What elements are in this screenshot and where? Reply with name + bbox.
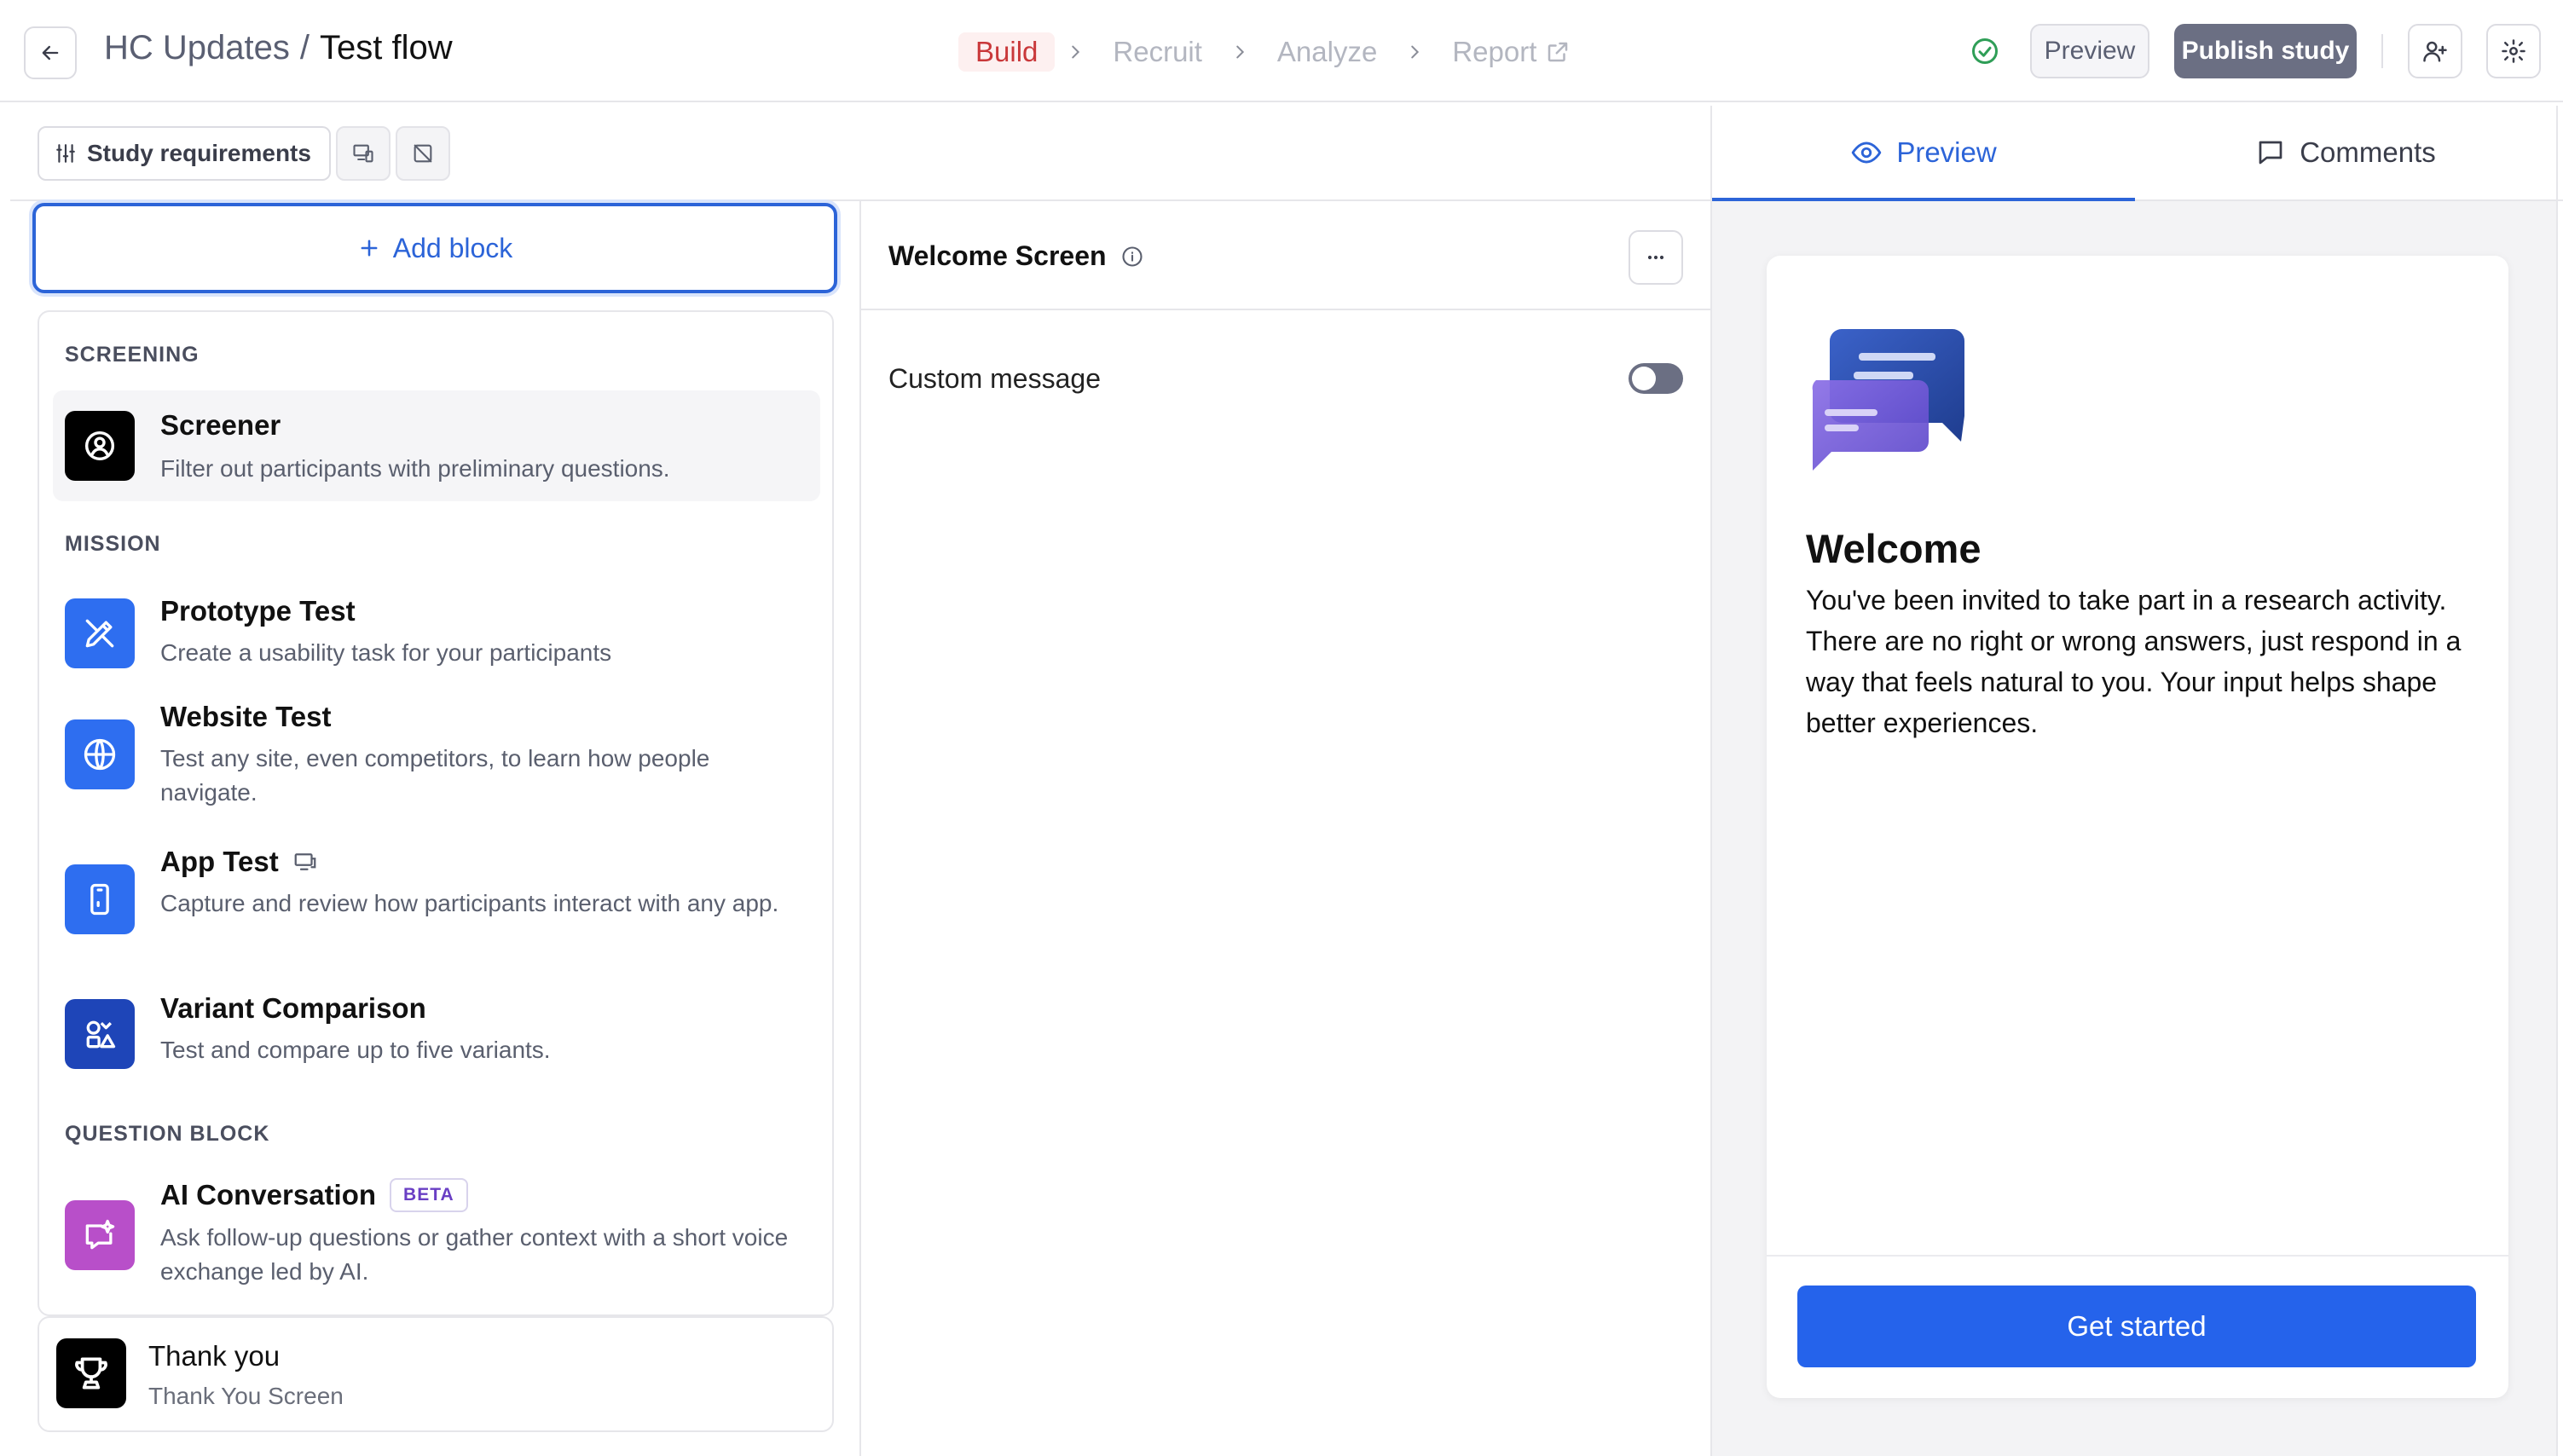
study-requirements-label: Study requirements [87,140,311,166]
device-toggle-button[interactable] [336,126,391,181]
recording-toggle-button[interactable] [396,126,450,181]
step-build[interactable]: Build [958,32,1056,72]
get-started-button[interactable]: Get started [1797,1286,2476,1367]
block-item-screener[interactable]: Screener Filter out participants with pr… [53,390,820,501]
add-block-button[interactable]: Add block [32,203,837,293]
preview-button[interactable]: Preview [2030,24,2149,78]
thank-you-block[interactable]: Thank you Thank You Screen [38,1316,834,1432]
info-icon[interactable] [1120,245,1144,269]
block-title: AI Conversation BETA [160,1178,468,1212]
custom-message-label: Custom message [888,363,1101,394]
publish-study-button[interactable]: Publish study [2174,24,2357,78]
settings-button[interactable] [2486,24,2541,78]
tab-preview-label: Preview [1896,136,1997,168]
add-collaborator-button[interactable] [2408,24,2462,78]
preview-card: Welcome You've been invited to take part… [1767,256,2508,1398]
step-analyze[interactable]: Analyze [1260,32,1394,72]
add-block-label: Add block [392,232,513,263]
column-divider [859,201,861,1456]
block-desc: Test any site, even competitors, to lear… [160,745,710,806]
section-title-screening: SCREENING [65,343,200,367]
section-title-question-block: QUESTION BLOCK [65,1122,270,1146]
divider [2381,34,2383,68]
variants-icon [65,999,135,1069]
tab-comments-label: Comments [2300,136,2436,168]
block-desc: Ask follow-up questions or gather contex… [160,1224,789,1285]
devices-icon [353,144,373,163]
card-divider [1767,1255,2508,1257]
screener-icon [65,411,135,481]
eye-icon [1852,142,1882,164]
block-title: Screener [160,409,281,441]
external-link-icon [1548,42,1568,62]
block-title-text: AI Conversation [160,1179,377,1210]
plus-icon [361,240,378,257]
welcome-body: You've been invited to take part in a re… [1806,585,2462,738]
sliders-icon [56,144,75,163]
block-title: Variant Comparison [160,992,426,1024]
tab-preview[interactable]: Preview [1712,106,2135,201]
step-report-label: Report [1452,36,1537,67]
phone-icon [65,864,135,934]
trophy-icon [56,1338,126,1408]
editor-divider [861,309,1710,310]
breadcrumb: HC Updates / Test flow [104,29,453,67]
prototype-icon [65,598,135,668]
block-item-prototype-test[interactable]: Prototype Test Create a usability task f… [53,581,820,684]
breadcrumb-separator: / [299,29,310,66]
desktop-mobile-icon [294,853,316,870]
ellipsis-icon [1647,255,1664,260]
chevron-right-icon [1055,43,1096,61]
more-options-button[interactable] [1629,230,1683,285]
add-user-icon [2423,41,2447,62]
block-desc: Create a usability task for your partici… [160,639,612,666]
flow-name[interactable]: Test flow [320,29,453,67]
gear-icon [2502,39,2525,63]
block-title: App Test [160,846,318,878]
editor-title-text: Welcome Screen [888,240,1107,271]
study-steps: Build Recruit Analyze Report [958,32,1588,72]
welcome-heading: Welcome [1806,526,1982,571]
block-item-ai-conversation[interactable]: AI Conversation BETA Ask follow-up quest… [53,1166,820,1308]
study-requirements-button[interactable]: Study requirements [38,126,331,181]
step-recruit[interactable]: Recruit [1096,32,1219,72]
globe-icon [65,719,135,789]
block-title: Website Test [160,701,332,732]
block-item-app-test[interactable]: App Test Capture and review how particip… [53,835,820,972]
block-item-website-test[interactable]: Website Test Test any site, even competi… [53,690,820,827]
ai-chat-icon [65,1200,135,1270]
panel-edge [2556,106,2558,1456]
chevron-right-icon [1219,43,1260,61]
chevron-right-icon [1394,43,1435,61]
check-circle-icon [1972,38,1998,64]
top-bar: HC Updates / Test flow Build Recruit Ana… [0,0,2563,102]
block-desc: Test and compare up to five variants. [160,1037,551,1063]
block-title-text: App Test [160,846,279,877]
tab-comments[interactable]: Comments [2135,106,2556,199]
beta-badge: BETA [390,1178,468,1212]
block-desc: Capture and review how participants inte… [160,890,779,916]
block-desc: Filter out participants with preliminary… [160,455,670,482]
thank-you-title: Thank you [148,1340,281,1372]
thank-you-subtitle: Thank You Screen [148,1383,344,1409]
back-button[interactable] [24,26,77,79]
block-title: Prototype Test [160,595,356,627]
chat-bubbles-icon [1812,329,1964,471]
comment-icon [2259,141,2282,165]
section-title-mission: MISSION [65,532,161,556]
back-arrow-icon [42,45,59,61]
block-item-variant-comparison[interactable]: Variant Comparison Test and compare up t… [53,980,820,1086]
custom-message-toggle[interactable] [1629,363,1683,394]
block-picker: SCREENING Screener Filter out participan… [38,310,834,1316]
step-report[interactable]: Report [1435,32,1588,72]
project-name[interactable]: HC Updates [104,29,290,67]
no-video-icon [414,144,432,163]
editor-title: Welcome Screen [888,240,1144,272]
